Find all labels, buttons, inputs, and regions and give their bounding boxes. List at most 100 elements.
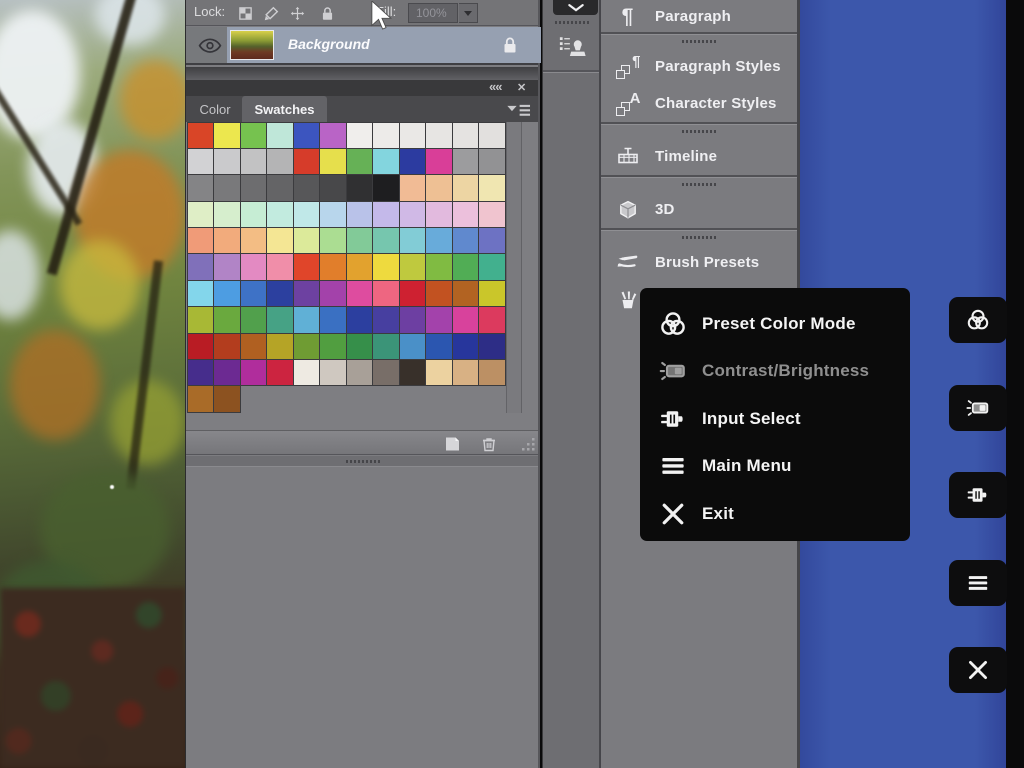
swatch-r7c5[interactable] — [293, 280, 321, 307]
swatch-r7c4[interactable] — [266, 280, 294, 307]
monitor-button-preset-color-mode[interactable] — [949, 297, 1007, 343]
swatch-r10c4[interactable] — [266, 359, 294, 386]
layer-visibility-eye-icon[interactable] — [198, 38, 222, 53]
monitor-button-input-select[interactable] — [949, 472, 1007, 518]
swatch-r1c6[interactable] — [319, 122, 347, 149]
swatch-r5c1[interactable] — [187, 227, 215, 254]
swatch-r2c9[interactable] — [399, 148, 427, 175]
swatch-r9c6[interactable] — [319, 333, 347, 360]
swatch-r5c8[interactable] — [372, 227, 400, 254]
monitor-button-main-menu[interactable] — [949, 560, 1007, 606]
dock-item-paragraph[interactable]: ¶ Paragraph — [601, 0, 797, 32]
monitor-button-contrast-brightness[interactable] — [949, 385, 1007, 431]
collapse-dock-button[interactable] — [553, 0, 598, 15]
swatch-r8c10[interactable] — [425, 306, 453, 333]
fill-value-box[interactable]: 100% — [408, 3, 458, 23]
swatch-r5c4[interactable] — [266, 227, 294, 254]
swatch-r4c1[interactable] — [187, 201, 215, 228]
dock-item-paragraph-styles[interactable]: ¶ Paragraph Styles — [601, 48, 797, 85]
swatch-r9c10[interactable] — [425, 333, 453, 360]
swatch-r8c2[interactable] — [213, 306, 241, 333]
swatch-r1c3[interactable] — [240, 122, 268, 149]
osd-item-preset-color-mode[interactable]: Preset Color Mode — [640, 300, 910, 348]
swatch-r6c1[interactable] — [187, 253, 215, 280]
osd-item-exit[interactable]: Exit — [640, 490, 910, 538]
swatch-r2c5[interactable] — [293, 148, 321, 175]
swatch-r10c8[interactable] — [372, 359, 400, 386]
swatch-r7c3[interactable] — [240, 280, 268, 307]
swatch-r4c6[interactable] — [319, 201, 347, 228]
swatch-r2c2[interactable] — [213, 148, 241, 175]
drag-handle[interactable] — [682, 236, 716, 239]
swatch-r4c8[interactable] — [372, 201, 400, 228]
swatch-r9c11[interactable] — [452, 333, 480, 360]
swatch-r3c10[interactable] — [425, 174, 453, 201]
swatch-r6c10[interactable] — [425, 253, 453, 280]
swatch-r1c10[interactable] — [425, 122, 453, 149]
swatch-r10c2[interactable] — [213, 359, 241, 386]
lock-image-brush-icon[interactable] — [262, 4, 280, 22]
drag-handle[interactable] — [682, 40, 716, 43]
swatch-r6c5[interactable] — [293, 253, 321, 280]
tab-swatches[interactable]: Swatches — [242, 96, 327, 122]
lock-position-move-icon[interactable] — [288, 4, 306, 22]
swatch-r2c6[interactable] — [319, 148, 347, 175]
swatch-r3c4[interactable] — [266, 174, 294, 201]
swatch-r3c12[interactable] — [478, 174, 506, 201]
swatch-r8c3[interactable] — [240, 306, 268, 333]
swatch-r7c7[interactable] — [346, 280, 374, 307]
swatch-r11c2[interactable] — [213, 385, 241, 412]
new-swatch-icon[interactable] — [442, 434, 462, 454]
swatch-r5c10[interactable] — [425, 227, 453, 254]
swatch-r4c3[interactable] — [240, 201, 268, 228]
swatch-r9c4[interactable] — [266, 333, 294, 360]
swatch-r7c9[interactable] — [399, 280, 427, 307]
swatch-r8c1[interactable] — [187, 306, 215, 333]
swatch-r8c8[interactable] — [372, 306, 400, 333]
swatch-r6c6[interactable] — [319, 253, 347, 280]
swatch-r1c7[interactable] — [346, 122, 374, 149]
swatch-r5c12[interactable] — [478, 227, 506, 254]
swatch-r6c11[interactable] — [452, 253, 480, 280]
swatch-r10c7[interactable] — [346, 359, 374, 386]
clone-source-icon[interactable] — [558, 31, 588, 59]
swatch-r1c12[interactable] — [478, 122, 506, 149]
trash-icon[interactable] — [479, 434, 499, 454]
swatch-r3c7[interactable] — [346, 174, 374, 201]
close-panel-icon[interactable]: ✕ — [517, 81, 526, 94]
swatch-r9c2[interactable] — [213, 333, 241, 360]
swatch-r3c8[interactable] — [372, 174, 400, 201]
swatch-r8c9[interactable] — [399, 306, 427, 333]
tab-color[interactable]: Color — [191, 96, 239, 122]
swatch-r2c8[interactable] — [372, 148, 400, 175]
swatch-r10c5[interactable] — [293, 359, 321, 386]
swatch-r9c8[interactable] — [372, 333, 400, 360]
swatch-r6c4[interactable] — [266, 253, 294, 280]
layer-row-background[interactable]: Background — [186, 27, 538, 65]
swatch-r2c3[interactable] — [240, 148, 268, 175]
swatch-r3c5[interactable] — [293, 174, 321, 201]
swatch-r6c2[interactable] — [213, 253, 241, 280]
swatch-r10c3[interactable] — [240, 359, 268, 386]
swatch-r5c5[interactable] — [293, 227, 321, 254]
swatch-r9c12[interactable] — [478, 333, 506, 360]
swatch-r5c9[interactable] — [399, 227, 427, 254]
swatch-r6c12[interactable] — [478, 253, 506, 280]
swatch-r9c5[interactable] — [293, 333, 321, 360]
swatch-r5c6[interactable] — [319, 227, 347, 254]
swatch-r1c2[interactable] — [213, 122, 241, 149]
swatch-r10c12[interactable] — [478, 359, 506, 386]
swatch-r4c2[interactable] — [213, 201, 241, 228]
panel-menu-icon[interactable] — [506, 102, 532, 116]
lock-all-icon[interactable] — [318, 4, 336, 22]
swatch-r6c9[interactable] — [399, 253, 427, 280]
swatch-r4c11[interactable] — [452, 201, 480, 228]
resize-grip-icon[interactable] — [520, 436, 536, 452]
swatch-r6c7[interactable] — [346, 253, 374, 280]
osd-item-input-select[interactable]: Input Select — [640, 395, 910, 443]
swatch-r3c1[interactable] — [187, 174, 215, 201]
swatch-r8c7[interactable] — [346, 306, 374, 333]
dock-item-timeline[interactable]: Timeline — [601, 138, 797, 175]
swatch-r9c9[interactable] — [399, 333, 427, 360]
dock-item-3d[interactable]: 3D — [601, 191, 797, 228]
